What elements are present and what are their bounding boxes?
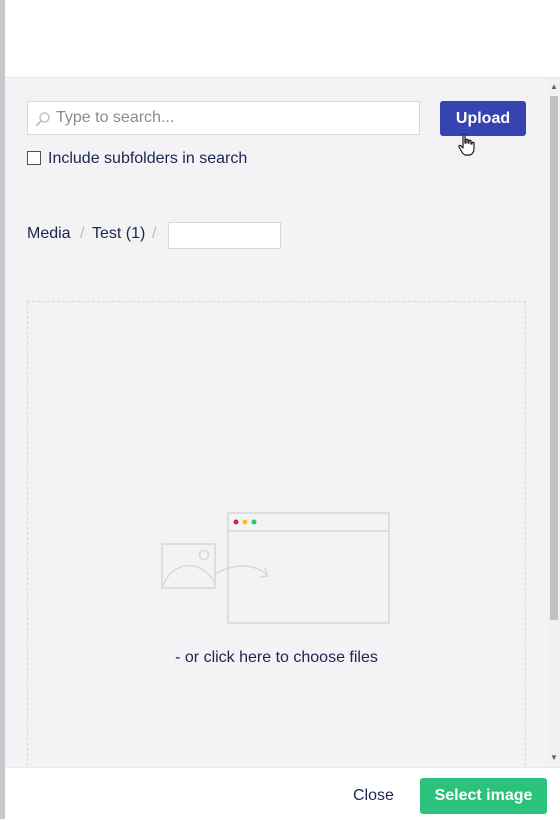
scroll-down-icon[interactable]: ▼ xyxy=(548,751,560,765)
upload-button[interactable]: Upload xyxy=(440,101,526,136)
search-input[interactable] xyxy=(56,102,414,134)
search-box[interactable] xyxy=(27,101,420,135)
breadcrumb-separator: / xyxy=(80,225,85,242)
dialog-header xyxy=(5,0,560,78)
new-folder-input[interactable] xyxy=(168,222,281,249)
include-subfolders-checkbox[interactable] xyxy=(27,151,41,165)
scrollbar[interactable]: ▲ ▼ xyxy=(548,78,560,767)
search-icon xyxy=(36,112,50,126)
select-image-button[interactable]: Select image xyxy=(420,778,547,814)
breadcrumb-media[interactable]: Media xyxy=(27,224,71,244)
choose-files-link[interactable]: - or click here to choose files xyxy=(28,648,525,668)
close-button[interactable]: Close xyxy=(353,786,394,806)
hand-cursor-icon xyxy=(458,133,475,156)
scroll-up-icon[interactable]: ▲ xyxy=(548,80,560,94)
include-subfolders-label: Include subfolders in search xyxy=(48,150,248,167)
breadcrumb-separator: / xyxy=(152,225,157,242)
media-picker-panel: Upload Include subfolders in search Medi… xyxy=(5,78,548,767)
breadcrumb-test[interactable]: Test (1) xyxy=(92,224,145,244)
dialog-footer: Close Select image xyxy=(5,767,560,820)
scrollbar-thumb[interactable] xyxy=(550,96,558,620)
upload-illustration-icon xyxy=(161,512,390,624)
upload-dropzone[interactable]: - or click here to choose files xyxy=(27,301,526,767)
